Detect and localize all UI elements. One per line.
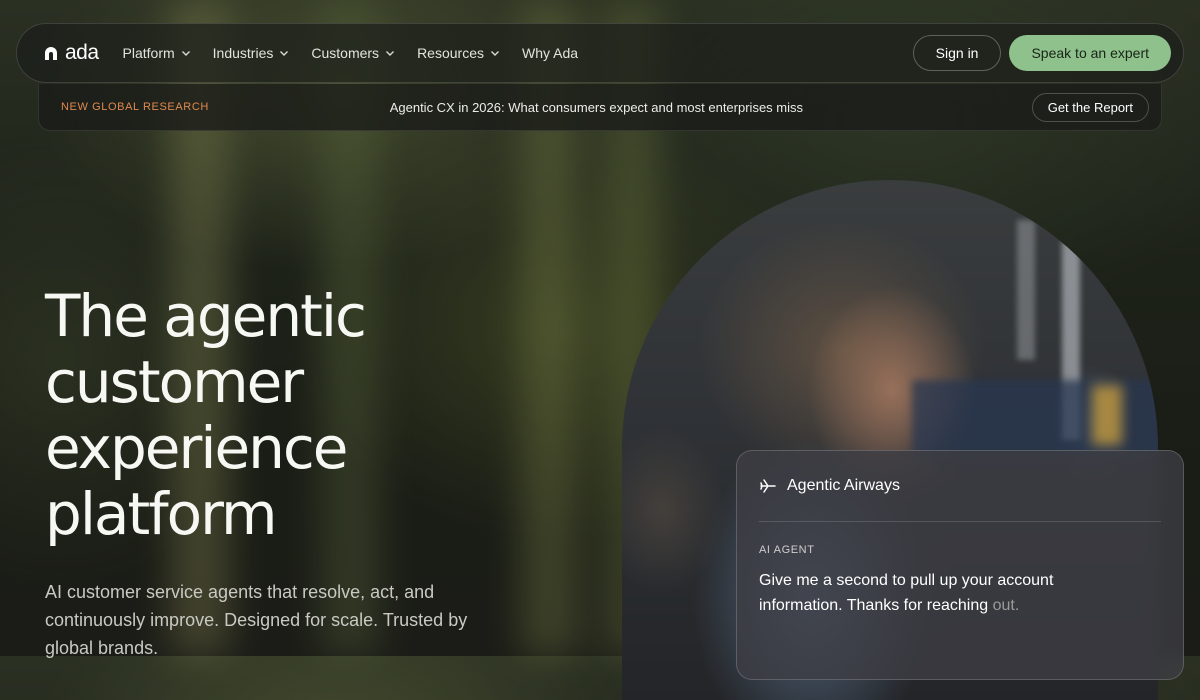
chat-header: Agentic Airways <box>759 451 1161 522</box>
chevron-down-icon <box>386 51 395 56</box>
main-navbar: ada Platform Industries Customers Resour… <box>16 23 1184 83</box>
hero-subtitle: AI customer service agents that resolve,… <box>45 582 468 658</box>
chat-brand-name: Agentic Airways <box>787 477 900 494</box>
banner-text: Agentic CX in 2026: What consumers expec… <box>389 99 803 115</box>
nav-item-industries[interactable]: Industries <box>213 45 290 61</box>
chevron-down-icon <box>280 51 289 56</box>
chevron-down-icon <box>181 51 190 56</box>
chevron-down-icon <box>490 51 499 56</box>
nav-item-label: Industries <box>212 45 274 61</box>
logo-text: ada <box>65 41 99 64</box>
ada-logo[interactable]: ada <box>43 41 99 65</box>
nav-item-customers[interactable]: Customers <box>311 45 395 61</box>
nav-actions: Sign in Speak to an expert <box>912 35 1171 71</box>
airplane-icon <box>760 479 776 493</box>
banner-tag: NEW GLOBAL RESEARCH <box>61 101 209 113</box>
nav-item-label: Why Ada <box>521 45 579 61</box>
nav-item-label: Platform <box>122 45 175 61</box>
speak-to-expert-button[interactable]: Speak to an expert <box>1009 35 1171 71</box>
get-report-button[interactable]: Get the Report <box>1031 92 1149 122</box>
chat-message-fade: out. <box>992 597 1020 614</box>
nav-item-why-ada[interactable]: Why Ada <box>522 45 578 61</box>
nav-item-label: Customers <box>311 45 380 61</box>
nav-item-resources[interactable]: Resources <box>417 45 500 61</box>
nav-item-platform[interactable]: Platform <box>123 45 191 61</box>
sign-in-button[interactable]: Sign in <box>912 35 1002 71</box>
chat-role-label: AI AGENT <box>759 544 815 556</box>
nav-item-label: Resources <box>417 45 484 61</box>
hero-title: The agentic customer experience platform <box>45 282 367 548</box>
ada-logo-icon <box>45 47 57 60</box>
research-banner: NEW GLOBAL RESEARCH Agentic CX in 2026: … <box>38 84 1162 131</box>
chat-message: Give me a second to pull up your account… <box>759 568 1079 618</box>
chat-widget: Agentic Airways AI AGENT Give me a secon… <box>736 450 1184 680</box>
nav-menu: Platform Industries Customers Resources … <box>123 45 578 61</box>
